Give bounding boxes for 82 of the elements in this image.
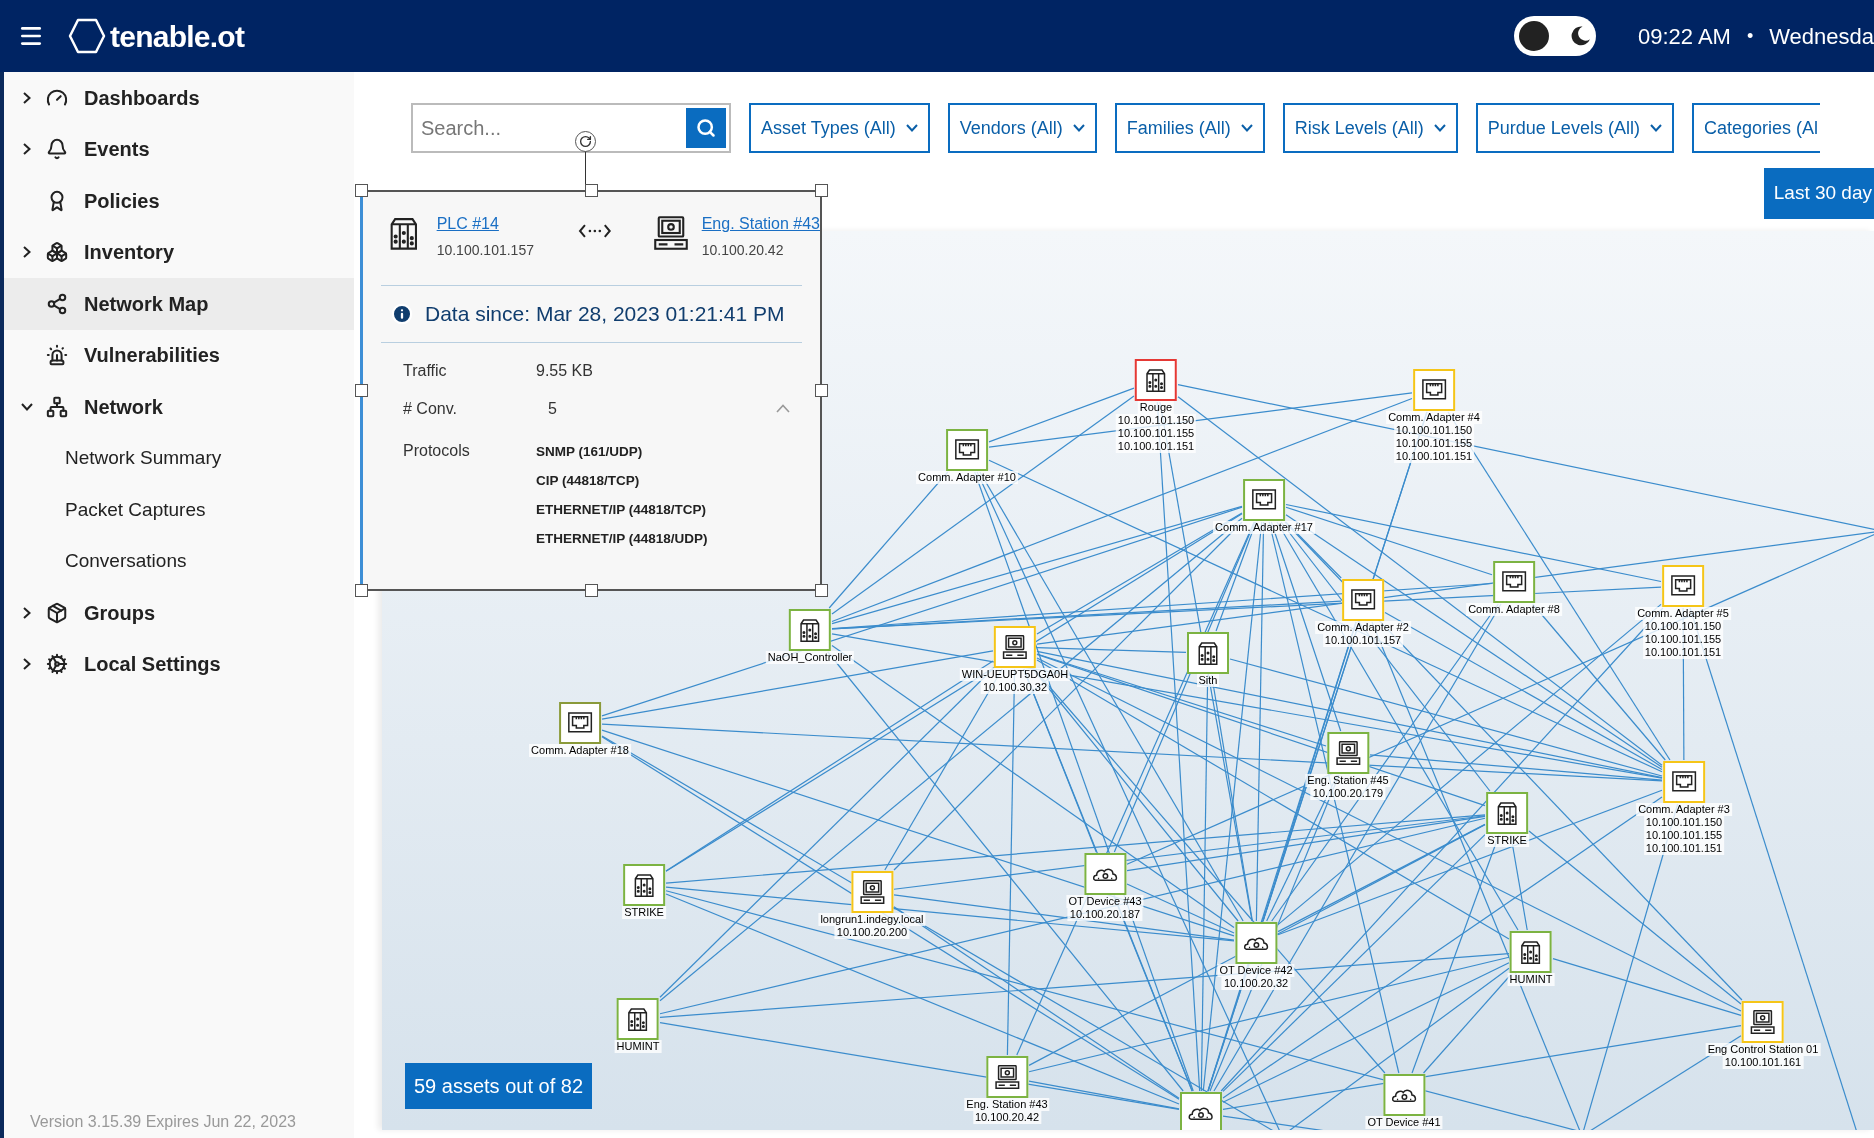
sidebar-subitem[interactable]: Conversations (4, 535, 354, 587)
node-label: Eng. Station #43 (964, 1098, 1050, 1111)
node-address: 10.100.101.150 (1115, 414, 1197, 427)
detail-value: 9.55 KB (536, 360, 593, 381)
node-address: 10.100.20.200 (834, 926, 910, 939)
node-address: 10.100.101.151 (1643, 842, 1725, 855)
filter-dropdown[interactable]: Categories (Al (1691, 103, 1820, 153)
version-text: Version 3.15.39 Expires Jun 22, 2023 (29, 1112, 297, 1132)
date-range-button[interactable]: Last 30 day (1763, 168, 1874, 219)
sidebar-item[interactable]: Groups (4, 587, 354, 639)
protocol-item: ETHERNET/IP (44818/UDP) (536, 530, 708, 549)
node-address: 10.100.101.155 (1642, 633, 1724, 646)
protocol-item: ETHERNET/IP (44818/TCP) (536, 501, 708, 519)
sidebar-subitem[interactable]: Network Summary (4, 432, 354, 484)
node-address: 10.100.20.179 (1310, 787, 1386, 800)
sidebar-item[interactable]: Dashboards (4, 72, 354, 124)
sidebar-item[interactable]: Local Settings (4, 638, 354, 690)
node-label: Comm. Adapter #5 (1635, 607, 1731, 620)
brand-name: tenable.ot (110, 18, 245, 55)
source-ip: 10.100.101.157 (436, 241, 534, 260)
sidebar-item[interactable]: Vulnerabilities (4, 329, 354, 381)
protocol-item: SNMP (161/UDP) (536, 442, 644, 461)
node-address: 10.100.101.155 (1643, 829, 1725, 842)
target-asset-link[interactable]: Eng. Station #43 (701, 212, 820, 236)
node-label: HUMINT (614, 1040, 662, 1053)
node-address: 10.100.30.32 (980, 681, 1050, 694)
filter-dropdown[interactable]: Purdue Levels (All) (1475, 103, 1674, 153)
node-label: Comm. Adapter #17 (1213, 521, 1315, 534)
source-asset-link[interactable]: PLC #14 (436, 212, 534, 236)
weekday: Wednesda (1769, 22, 1874, 51)
node-label: STRIKE (622, 906, 666, 919)
sidebar-item[interactable]: Policies (4, 175, 354, 227)
node-address: 10.100.20.187 (1067, 908, 1143, 921)
node-address: 10.100.101.151 (1642, 646, 1724, 659)
node-label: Rouge (1137, 401, 1175, 414)
node-label: longrun1.indegy.local (818, 913, 926, 926)
node-label: Comm. Adapter #18 (529, 744, 631, 757)
detail-label: Traffic (403, 360, 448, 381)
separator-dot: • (1746, 24, 1754, 48)
node-label: OT Device #41 (1365, 1116, 1443, 1129)
node-address: 10.100.101.155 (1393, 437, 1475, 450)
node-label: NaOH_Controller (765, 651, 855, 664)
node-address: 10.100.101.155 (1115, 427, 1197, 440)
node-label: Comm. Adapter #8 (1466, 603, 1562, 616)
node-address: 10.100.101.150 (1393, 424, 1475, 437)
sidebar-item[interactable]: Events (4, 123, 354, 175)
clock-time: 09:22 AM (1637, 22, 1731, 51)
filter-dropdown[interactable]: Families (All) (1114, 103, 1265, 153)
node-address: 10.100.101.161 (1722, 1056, 1804, 1069)
node-label: WIN-UEUPT5DGA0H (959, 668, 1071, 681)
node-label: OT Device #42 (1217, 964, 1295, 977)
filter-dropdown[interactable]: Vendors (All) (947, 103, 1097, 153)
node-label: OT Device #43 (1066, 895, 1144, 908)
detail-label: # Conv. (403, 398, 458, 419)
asset-count-badge: 59 assets out of 82 (405, 1063, 592, 1109)
sidebar-item[interactable]: Network (4, 381, 354, 433)
detail-label: Protocols (403, 440, 471, 461)
node-label: Comm. Adapter #2 (1315, 621, 1411, 634)
sidebar-item[interactable]: Network Map (4, 278, 354, 330)
sidebar-item[interactable]: Inventory (4, 226, 354, 278)
protocol-item: CIP (44818/TCP) (536, 471, 641, 490)
detail-value: 5 (548, 398, 557, 419)
node-address: 10.100.101.150 (1642, 620, 1724, 633)
filter-dropdown[interactable]: Asset Types (All) (749, 103, 930, 153)
node-address: 10.100.101.150 (1643, 816, 1725, 829)
node-label: Comm. Adapter #3 (1636, 803, 1732, 816)
node-label: HUMINT (1507, 973, 1555, 986)
node-address: 10.100.20.42 (972, 1111, 1042, 1124)
data-since-text: Data since: Mar 28, 2023 01:21:41 PM (425, 301, 785, 327)
node-label: Sith (1196, 674, 1220, 687)
node-label: Comm. Adapter #4 (1386, 411, 1482, 424)
node-label: Comm. Adapter #10 (916, 471, 1018, 484)
target-ip: 10.100.20.42 (701, 241, 785, 260)
node-address: 10.100.101.151 (1115, 440, 1197, 453)
node-label: Eng. Station #45 (1305, 774, 1391, 787)
node-label: STRIKE (1485, 834, 1529, 847)
node-address: 10.100.20.32 (1221, 977, 1291, 990)
filter-dropdown[interactable]: Risk Levels (All) (1282, 103, 1458, 153)
node-label: Eng Control Station 01 (1705, 1043, 1821, 1056)
node-address: 10.100.101.157 (1322, 634, 1404, 647)
sidebar-subitem[interactable]: Packet Captures (4, 484, 354, 536)
node-address: 10.100.101.151 (1393, 450, 1475, 463)
